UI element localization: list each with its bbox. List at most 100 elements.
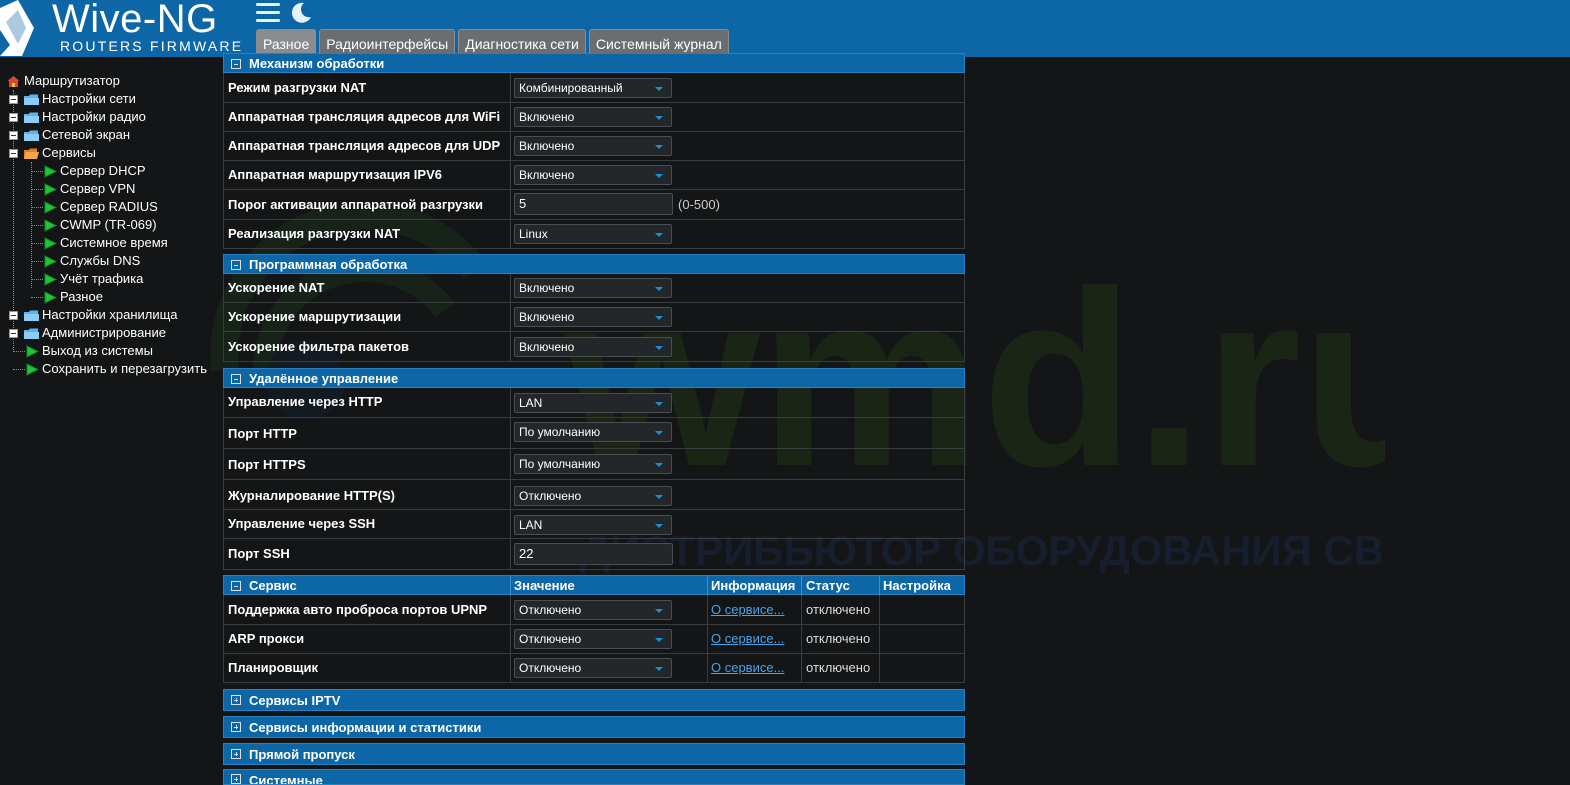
- table-row: Порт HTTP По умолчанию: [223, 418, 965, 449]
- section-title: Механизм обработки: [249, 56, 385, 71]
- sidebar-item-logout[interactable]: Выход из системы: [0, 342, 210, 360]
- nat-offload-impl-select[interactable]: Linux: [514, 224, 672, 244]
- section-header-software[interactable]: Программная обработка: [223, 254, 965, 274]
- arp-proxy-select[interactable]: Отключено: [514, 629, 672, 649]
- green-leaf-icon: [44, 237, 57, 250]
- chevron-down-icon: [655, 145, 663, 149]
- nat-acceleration-select[interactable]: Включено: [514, 278, 672, 298]
- sidebar-item-services[interactable]: Сервисы: [0, 144, 200, 162]
- folder-icon: [24, 94, 39, 105]
- section-title: Системные: [249, 773, 323, 785]
- section-title: Прямой пропуск: [249, 747, 355, 762]
- expand-icon[interactable]: [231, 749, 241, 759]
- sidebar-item-cwmp[interactable]: CWMP (TR-069): [0, 216, 200, 234]
- http-management-select[interactable]: LAN: [514, 393, 672, 413]
- sidebar-item-save-reboot[interactable]: Сохранить и перезагрузить: [0, 360, 218, 378]
- table-row: Управление через SSH LAN: [223, 510, 965, 539]
- ssh-management-select[interactable]: LAN: [514, 515, 672, 535]
- green-leaf-icon: [44, 183, 57, 196]
- section-header-info-stats[interactable]: Сервисы информации и статистики: [223, 716, 965, 738]
- column-header-status: Статус: [806, 578, 850, 593]
- sidebar-item-traffic-accounting[interactable]: Учёт трафика: [0, 270, 200, 288]
- table-row: Управление через HTTP LAN: [223, 388, 965, 418]
- section-header-remote[interactable]: Удалённое управление: [223, 368, 965, 388]
- row-label: Аппаратная маршрутизация IPV6: [228, 167, 442, 182]
- row-label: Порт HTTP: [228, 426, 297, 441]
- sidebar-item-label: Настройки хранилища: [42, 307, 178, 322]
- scheduler-info-link[interactable]: О сервисе...: [711, 660, 784, 675]
- section-title: Сервисы IPTV: [249, 693, 341, 708]
- logo-subtitle: ROUTERS FIRMWARE: [60, 38, 244, 54]
- sidebar-item-label: Сервер DHCP: [60, 163, 146, 178]
- sidebar-item-firewall[interactable]: Сетевой экран: [0, 126, 200, 144]
- scheduler-select[interactable]: Отключено: [514, 658, 672, 678]
- table-row: Режим разгрузки NAT Комбинированный: [223, 73, 965, 103]
- upnp-select[interactable]: Отключено: [514, 600, 672, 620]
- table-row: Планировщик Отключено О сервисе... отклю…: [223, 654, 965, 683]
- arp-proxy-info-link[interactable]: О сервисе...: [711, 631, 784, 646]
- upnp-info-link[interactable]: О сервисе...: [711, 602, 784, 617]
- collapse-icon[interactable]: [231, 374, 241, 384]
- hw-nat-wifi-select[interactable]: Включено: [514, 107, 672, 127]
- expand-icon[interactable]: [231, 722, 241, 732]
- folder-open-icon: [24, 148, 39, 159]
- section-header-processing[interactable]: Механизм обработки: [223, 53, 965, 73]
- sidebar-item-dhcp-server[interactable]: Сервер DHCP: [0, 162, 200, 180]
- sidebar-item-network-settings[interactable]: Настройки сети: [0, 90, 200, 108]
- sidebar-item-radius-server[interactable]: Сервер RADIUS: [0, 198, 200, 216]
- https-logging-select[interactable]: Отключено: [514, 486, 672, 506]
- routing-acceleration-select[interactable]: Включено: [514, 307, 672, 327]
- section-header-system[interactable]: Системные: [223, 769, 965, 785]
- sidebar-item-system-time[interactable]: Системное время: [0, 234, 200, 252]
- http-port-select[interactable]: По умолчанию: [514, 422, 672, 442]
- section-header-passthrough[interactable]: Прямой пропуск: [223, 743, 965, 765]
- sidebar-item-label: Сетевой экран: [42, 127, 131, 142]
- column-header-info: Информация: [711, 578, 796, 593]
- sidebar-item-radio-settings[interactable]: Настройки радио: [0, 108, 200, 126]
- collapse-icon[interactable]: [231, 260, 241, 270]
- sidebar-item-misc[interactable]: Разное: [0, 288, 200, 306]
- row-label: Поддержка авто проброса портов UPNP: [228, 602, 488, 617]
- sidebar-item-label: Учёт трафика: [60, 271, 144, 286]
- expand-toggle[interactable]: [9, 329, 18, 338]
- hw-ipv6-routing-select[interactable]: Включено: [514, 165, 672, 185]
- hw-offload-threshold-input[interactable]: 5: [514, 193, 673, 215]
- row-label: Ускорение маршрутизации: [228, 309, 402, 324]
- expand-icon[interactable]: [231, 695, 241, 705]
- sidebar-item-storage-settings[interactable]: Настройки хранилища: [0, 306, 210, 324]
- moon-icon[interactable]: [289, 1, 313, 25]
- sidebar-item-administration[interactable]: Администрирование: [0, 324, 210, 342]
- section-title: Сервис: [249, 578, 297, 593]
- row-label: Управление через SSH: [228, 516, 376, 531]
- hamburger-icon[interactable]: [256, 3, 280, 23]
- upnp-status: отключено: [806, 602, 871, 617]
- sidebar-item-dns-services[interactable]: Службы DNS: [0, 252, 200, 270]
- folder-icon: [24, 112, 39, 123]
- ssh-port-input[interactable]: 22: [514, 543, 673, 565]
- table-row: Порт SSH 22: [223, 539, 965, 570]
- row-label: Ускорение фильтра пакетов: [228, 339, 410, 354]
- row-label: ARP прокси: [228, 631, 305, 646]
- row-label: Планировщик: [228, 660, 319, 675]
- section-header-iptv[interactable]: Сервисы IPTV: [223, 689, 965, 711]
- collapse-toggle[interactable]: [9, 149, 18, 158]
- https-port-select[interactable]: По умолчанию: [514, 454, 672, 474]
- sidebar-item-vpn-server[interactable]: Сервер VPN: [0, 180, 200, 198]
- section-title: Сервисы информации и статистики: [249, 720, 482, 735]
- section-header-services[interactable]: Сервис Значение Информация Статус Настро…: [223, 575, 965, 596]
- chevron-down-icon: [655, 524, 663, 528]
- collapse-icon[interactable]: [231, 59, 241, 69]
- sidebar-item-label: Выход из системы: [42, 343, 153, 358]
- collapse-icon[interactable]: [231, 581, 241, 591]
- packet-filter-acceleration-select[interactable]: Включено: [514, 337, 672, 357]
- hw-nat-udp-select[interactable]: Включено: [514, 136, 672, 156]
- expand-toggle[interactable]: [9, 95, 18, 104]
- nat-offload-mode-select[interactable]: Комбинированный: [514, 78, 672, 98]
- tree-root-label: Маршрутизатор: [24, 73, 120, 88]
- expand-icon[interactable]: [231, 774, 241, 784]
- expand-toggle[interactable]: [9, 131, 18, 140]
- chevron-down-icon: [655, 402, 663, 406]
- green-leaf-icon: [44, 219, 57, 232]
- expand-toggle[interactable]: [9, 311, 18, 320]
- expand-toggle[interactable]: [9, 113, 18, 122]
